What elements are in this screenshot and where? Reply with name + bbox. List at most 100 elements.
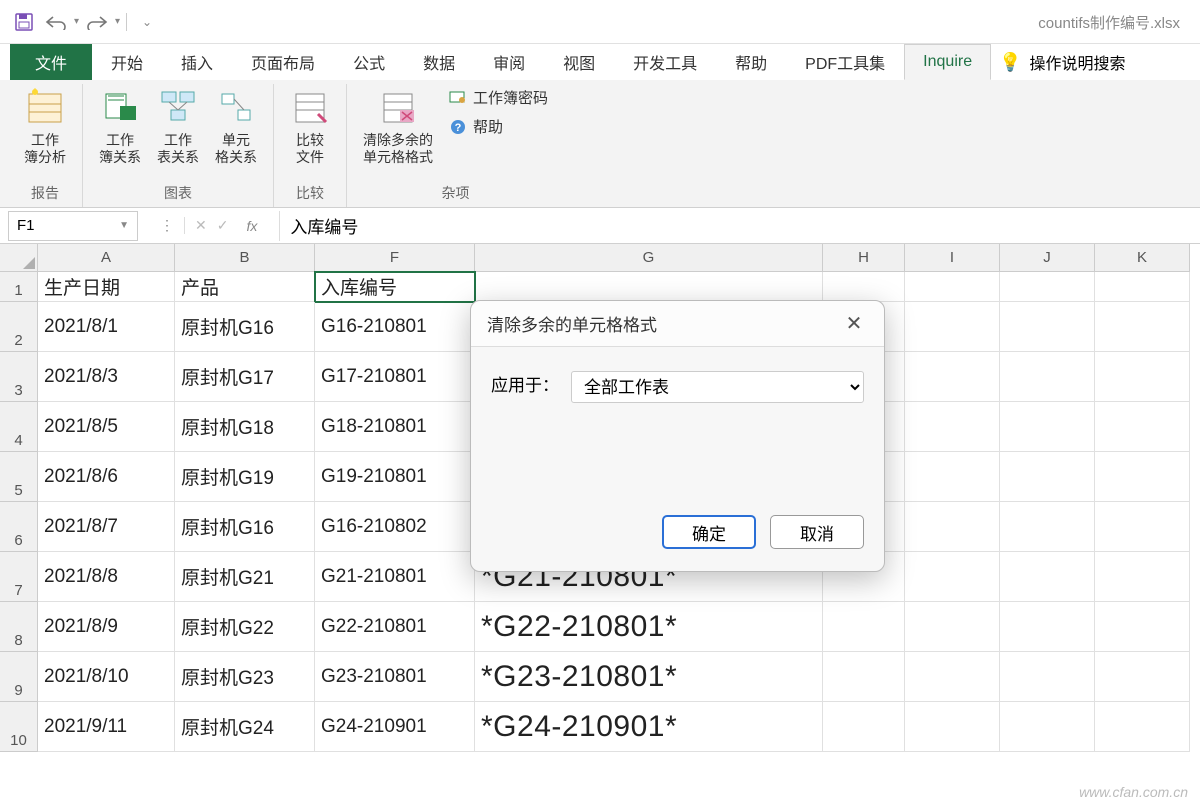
cell[interactable]: 生产日期: [38, 272, 175, 302]
cell[interactable]: [905, 302, 1000, 352]
cell[interactable]: G16-210801: [315, 302, 475, 352]
cell[interactable]: 原封机G16: [175, 302, 315, 352]
cell[interactable]: [475, 272, 823, 302]
row-header[interactable]: 1: [0, 272, 38, 302]
cell[interactable]: [905, 702, 1000, 752]
save-icon[interactable]: [10, 8, 38, 36]
cell[interactable]: 原封机G22: [175, 602, 315, 652]
tab-home[interactable]: 开始: [92, 44, 162, 80]
tab-pdf-tool[interactable]: PDF工具集: [786, 44, 904, 80]
cancel-button[interactable]: 取消: [770, 515, 864, 549]
cell[interactable]: 2021/9/11: [38, 702, 175, 752]
column-header-J[interactable]: J: [1000, 244, 1095, 272]
cell[interactable]: [823, 702, 905, 752]
cell[interactable]: [905, 452, 1000, 502]
cell[interactable]: [1095, 352, 1190, 402]
cell[interactable]: [823, 272, 905, 302]
cell[interactable]: [905, 652, 1000, 702]
row-header[interactable]: 6: [0, 502, 38, 552]
cell[interactable]: 2021/8/10: [38, 652, 175, 702]
redo-icon[interactable]: [83, 8, 111, 36]
tab-formulas[interactable]: 公式: [334, 44, 404, 80]
cell[interactable]: 2021/8/5: [38, 402, 175, 452]
cell[interactable]: G24-210901: [315, 702, 475, 752]
undo-icon[interactable]: [42, 8, 70, 36]
tab-file[interactable]: 文件: [10, 44, 92, 80]
column-header-H[interactable]: H: [823, 244, 905, 272]
cell[interactable]: 入库编号: [315, 272, 475, 302]
select-all-corner[interactable]: [0, 244, 38, 272]
tab-developer[interactable]: 开发工具: [614, 44, 716, 80]
workbook-relationship-button[interactable]: 工作簿关系: [91, 84, 149, 170]
workbook-analysis-button[interactable]: 工作簿分析: [16, 84, 74, 170]
cell[interactable]: [905, 272, 1000, 302]
tab-page-layout[interactable]: 页面布局: [232, 44, 334, 80]
cell[interactable]: [1000, 302, 1095, 352]
cell[interactable]: [1095, 602, 1190, 652]
cell[interactable]: 产品: [175, 272, 315, 302]
cell[interactable]: G17-210801: [315, 352, 475, 402]
worksheet-relationship-button[interactable]: 工作表关系: [149, 84, 207, 170]
row-header[interactable]: 10: [0, 702, 38, 752]
cell[interactable]: G21-210801: [315, 552, 475, 602]
cell[interactable]: 2021/8/3: [38, 352, 175, 402]
cell[interactable]: G22-210801: [315, 602, 475, 652]
cell[interactable]: 2021/8/1: [38, 302, 175, 352]
cell[interactable]: G18-210801: [315, 402, 475, 452]
cell[interactable]: [1095, 302, 1190, 352]
cell[interactable]: [1000, 452, 1095, 502]
tab-review[interactable]: 审阅: [474, 44, 544, 80]
ok-button[interactable]: 确定: [662, 515, 756, 549]
cell[interactable]: [1000, 352, 1095, 402]
tab-data[interactable]: 数据: [404, 44, 474, 80]
column-header-K[interactable]: K: [1095, 244, 1190, 272]
cell[interactable]: [823, 602, 905, 652]
cell[interactable]: [1095, 272, 1190, 302]
formula-input[interactable]: [280, 211, 1200, 241]
cell[interactable]: [905, 402, 1000, 452]
tab-view[interactable]: 视图: [544, 44, 614, 80]
cell[interactable]: [1095, 452, 1190, 502]
row-header[interactable]: 4: [0, 402, 38, 452]
cell[interactable]: [823, 652, 905, 702]
cancel-formula-icon[interactable]: ✕: [195, 217, 207, 234]
apply-to-select[interactable]: 全部工作表: [571, 371, 864, 403]
cell[interactable]: *G23-210801*: [475, 652, 823, 702]
row-header[interactable]: 2: [0, 302, 38, 352]
cell[interactable]: 原封机G16: [175, 502, 315, 552]
cell[interactable]: [1095, 502, 1190, 552]
cell[interactable]: [905, 602, 1000, 652]
help-button[interactable]: ? 帮助: [441, 113, 556, 140]
tell-me-search[interactable]: 💡 操作说明搜索: [999, 44, 1125, 80]
column-header-I[interactable]: I: [905, 244, 1000, 272]
workbook-password-button[interactable]: 工作簿密码: [441, 84, 556, 111]
cell[interactable]: 原封机G17: [175, 352, 315, 402]
enter-formula-icon[interactable]: ✓: [217, 217, 229, 234]
cell[interactable]: 2021/8/9: [38, 602, 175, 652]
fx-icon[interactable]: fx: [238, 218, 265, 234]
cell[interactable]: [1000, 552, 1095, 602]
cell-relationship-button[interactable]: 单元格关系: [207, 84, 265, 170]
column-header-G[interactable]: G: [475, 244, 823, 272]
column-header-B[interactable]: B: [175, 244, 315, 272]
close-icon[interactable]: ✕: [840, 310, 868, 338]
cell[interactable]: [905, 552, 1000, 602]
cell[interactable]: 原封机G18: [175, 402, 315, 452]
cell[interactable]: [1000, 402, 1095, 452]
cell[interactable]: 原封机G19: [175, 452, 315, 502]
tab-inquire[interactable]: Inquire: [904, 44, 991, 80]
cell[interactable]: [1095, 652, 1190, 702]
cell[interactable]: [1095, 402, 1190, 452]
cell[interactable]: [1000, 652, 1095, 702]
cell[interactable]: 2021/8/8: [38, 552, 175, 602]
cell[interactable]: G16-210802: [315, 502, 475, 552]
compare-files-button[interactable]: 比较文件: [282, 84, 338, 170]
cell[interactable]: [905, 352, 1000, 402]
column-header-F[interactable]: F: [315, 244, 475, 272]
cell[interactable]: 原封机G23: [175, 652, 315, 702]
name-box[interactable]: F1 ▼: [8, 211, 138, 241]
cell[interactable]: 2021/8/7: [38, 502, 175, 552]
cell[interactable]: [1000, 272, 1095, 302]
cell[interactable]: G23-210801: [315, 652, 475, 702]
cell[interactable]: 原封机G21: [175, 552, 315, 602]
